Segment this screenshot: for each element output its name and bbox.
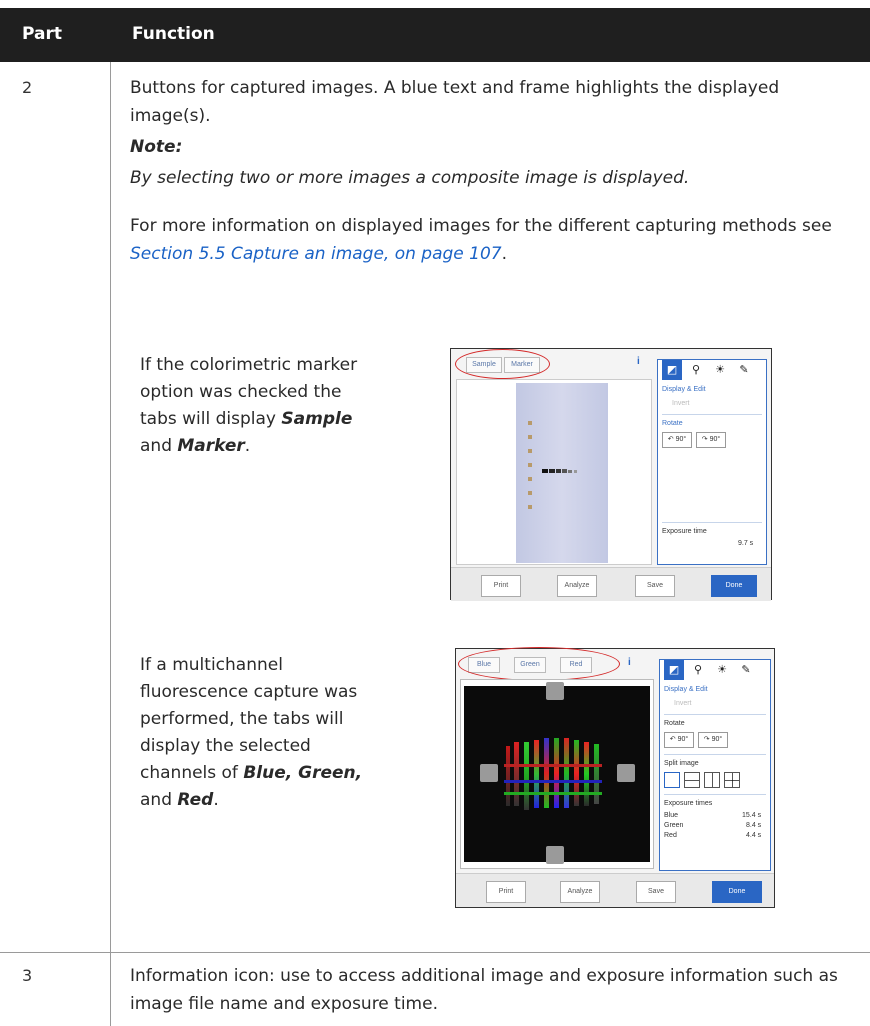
- print-button[interactable]: Print: [486, 881, 526, 903]
- exposure-label: Exposure time: [662, 528, 707, 535]
- brightness-icon[interactable]: ☀: [710, 360, 730, 380]
- rotate-label: Rotate: [662, 420, 683, 427]
- analyze-button[interactable]: Analyze: [557, 575, 597, 597]
- image-area: [460, 679, 654, 869]
- split-single-icon[interactable]: [664, 772, 680, 788]
- crop-handle-right[interactable]: [617, 764, 635, 782]
- edit-icon[interactable]: ◩: [664, 660, 684, 680]
- display-edit-panel: ◩ ⚲ ☀ ✎ Display & Edit Invert Rotate ↶ 9…: [657, 359, 767, 565]
- rotate-right-button[interactable]: ↷ 90°: [696, 432, 726, 448]
- split-quad-icon[interactable]: [724, 772, 740, 788]
- split-vertical-icon[interactable]: [704, 772, 720, 788]
- exposure-value: 9.7 s: [738, 540, 754, 547]
- colorimetric-case-text: If the colorimetric marker option was ch…: [140, 355, 358, 456]
- edit-icon[interactable]: ◩: [662, 360, 682, 380]
- highlight-ellipse: [458, 647, 620, 681]
- rotate-label: Rotate: [664, 720, 685, 727]
- table-header: Part Function: [0, 8, 870, 62]
- more-info-text: For more information on displayed images…: [130, 216, 832, 264]
- multichannel-case-text: If a multichannel fluorescence capture w…: [140, 655, 363, 810]
- exposure-value-red: 4.4 s: [746, 832, 762, 839]
- footer-bar: Print Analyze Save Done: [451, 567, 771, 601]
- note-body: By selecting two or more images a compos…: [130, 168, 690, 188]
- pen-icon[interactable]: ✎: [736, 660, 756, 680]
- analyze-button[interactable]: Analyze: [560, 881, 600, 903]
- exposure-channel-green: Green: [664, 822, 684, 829]
- band: [562, 469, 567, 473]
- save-button[interactable]: Save: [636, 881, 676, 903]
- pen-icon[interactable]: ✎: [734, 360, 754, 380]
- invert-checkbox[interactable]: Invert: [674, 700, 692, 707]
- band: [549, 469, 555, 473]
- save-button[interactable]: Save: [635, 575, 675, 597]
- panel-title: Display & Edit: [662, 386, 706, 393]
- rotate-left-button[interactable]: ↶ 90°: [662, 432, 692, 448]
- band: [556, 469, 561, 473]
- info-icon[interactable]: i: [628, 657, 631, 668]
- split-image-label: Split image: [664, 760, 699, 767]
- exposure-times-label: Exposure times: [664, 800, 713, 807]
- header-function: Function: [132, 24, 215, 44]
- split-horizontal-icon[interactable]: [684, 772, 700, 788]
- band: [542, 469, 548, 473]
- done-button[interactable]: Done: [712, 881, 762, 903]
- brightness-icon[interactable]: ☀: [712, 660, 732, 680]
- row2-description: Buttons for captured images. A blue text…: [130, 78, 780, 126]
- exposure-value-green: 8.4 s: [746, 822, 762, 829]
- image-area: [456, 379, 652, 565]
- exposure-value-blue: 15.4 s: [742, 812, 762, 819]
- footer-bar: Print Analyze Save Done: [456, 873, 774, 907]
- crop-handle-top[interactable]: [546, 682, 564, 700]
- done-button[interactable]: Done: [711, 575, 757, 597]
- section-link[interactable]: Section 5.5 Capture an image, on page 10…: [130, 244, 502, 264]
- column-divider: [110, 62, 111, 1026]
- part-number-2: 2: [22, 78, 33, 97]
- panel-title: Display & Edit: [664, 686, 708, 693]
- part-number-3: 3: [22, 966, 33, 985]
- blot-membrane: [516, 383, 608, 563]
- fluorescence-image: [464, 682, 650, 864]
- note-heading: Note:: [130, 137, 183, 157]
- print-button[interactable]: Print: [481, 575, 521, 597]
- multichannel-screenshot: Blue Green Red i ◩ ⚲ ☀ ✎ Display & Edit …: [455, 647, 775, 908]
- highlight-ellipse: [455, 349, 550, 379]
- colorimetric-screenshot: Sample Marker i ◩ ⚲ ☀ ✎ Display & Edit I…: [450, 348, 772, 601]
- zoom-icon[interactable]: ⚲: [688, 660, 708, 680]
- rotate-right-button[interactable]: ↷ 90°: [698, 732, 728, 748]
- exposure-channel-red: Red: [664, 832, 677, 839]
- rotate-left-button[interactable]: ↶ 90°: [664, 732, 694, 748]
- zoom-icon[interactable]: ⚲: [686, 360, 706, 380]
- band: [568, 470, 572, 473]
- crop-handle-bottom[interactable]: [546, 846, 564, 864]
- marker-lane: [528, 421, 532, 511]
- row-divider: [0, 952, 870, 953]
- exposure-channel-blue: Blue: [664, 812, 679, 819]
- display-edit-panel: ◩ ⚲ ☀ ✎ Display & Edit Invert Rotate ↶ 9…: [659, 659, 771, 871]
- crop-handle-left[interactable]: [480, 764, 498, 782]
- header-part: Part: [22, 24, 62, 44]
- info-icon[interactable]: i: [637, 356, 640, 367]
- row3-description: Information icon: use to access addition…: [130, 966, 838, 1014]
- band: [574, 470, 577, 473]
- invert-checkbox[interactable]: Invert: [672, 400, 690, 407]
